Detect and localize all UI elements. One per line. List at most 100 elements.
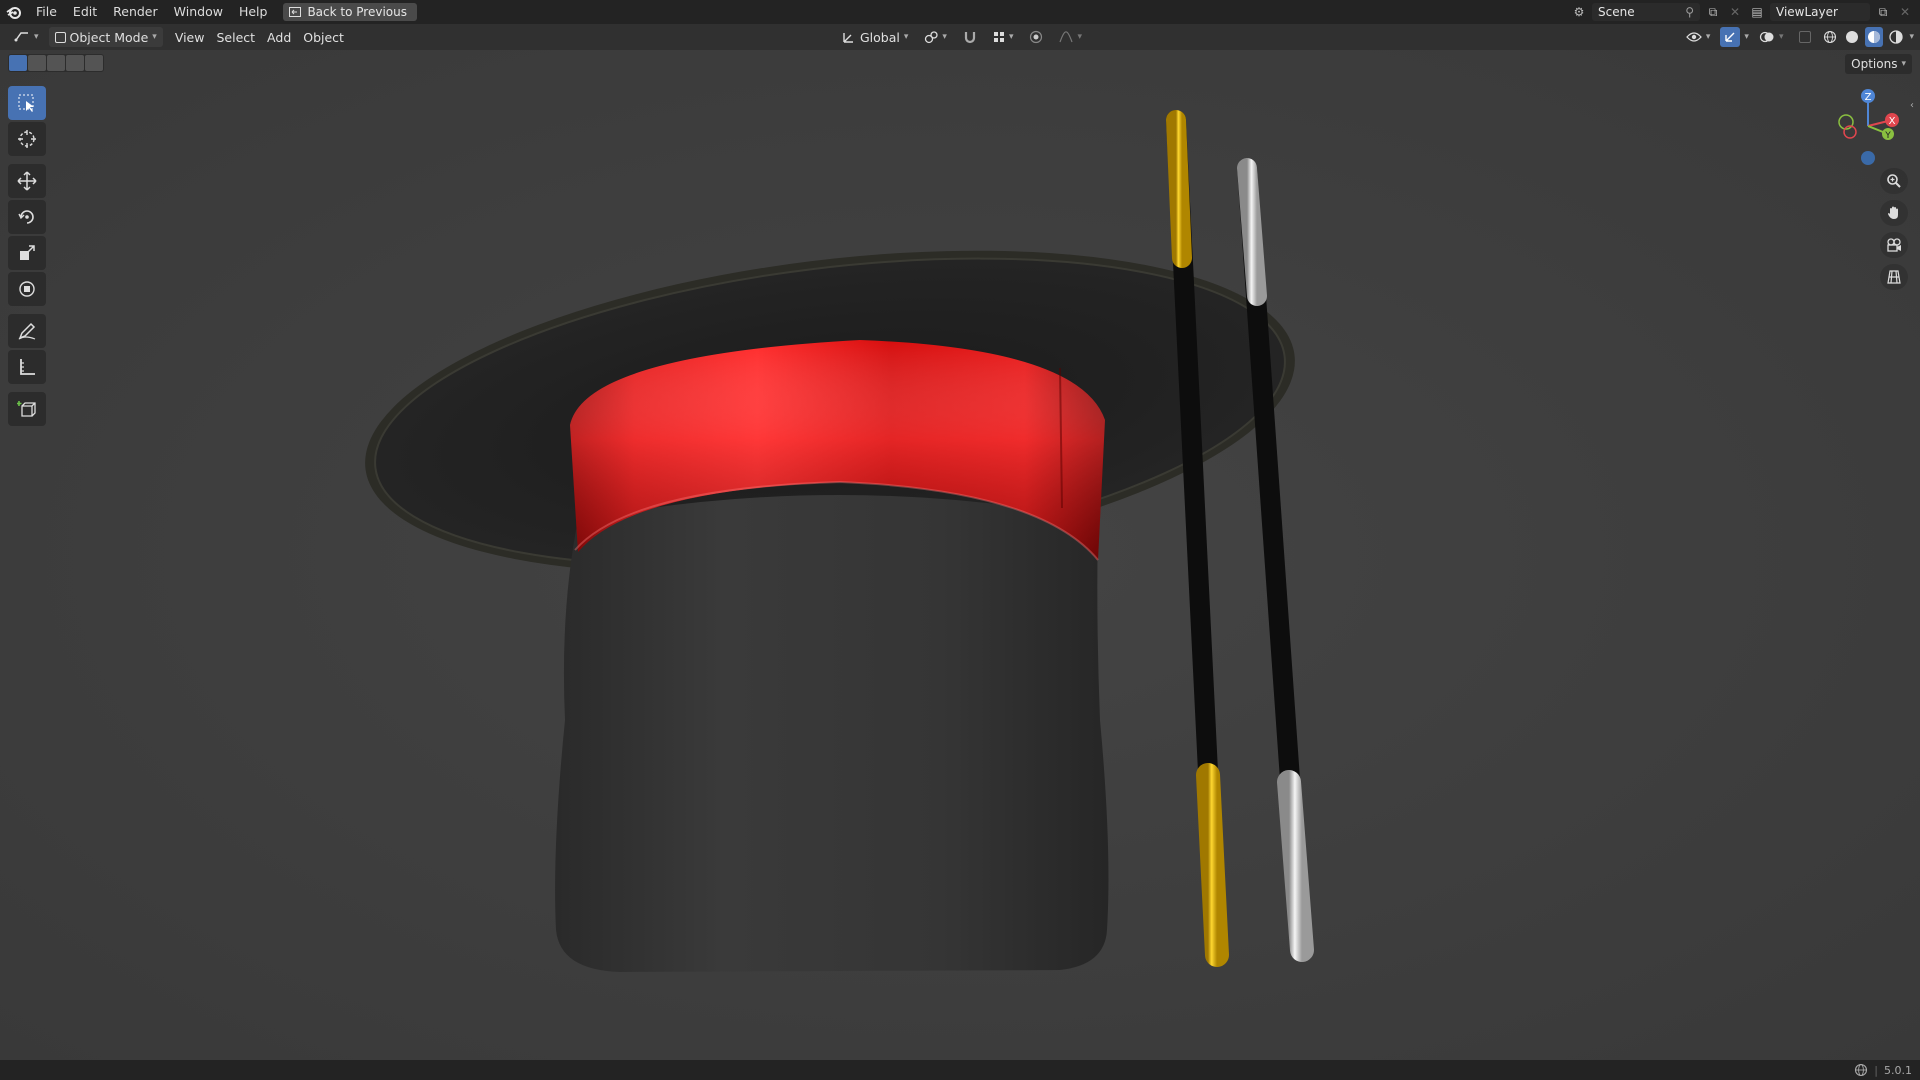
rotate-icon: [18, 210, 34, 224]
editor-type-icon: [14, 32, 28, 42]
neg-z-axis-handle[interactable]: [1861, 151, 1875, 165]
rotate-tool[interactable]: [8, 200, 46, 234]
wireframe-sphere-icon: [1824, 30, 1837, 44]
select-invert-mode-button[interactable]: [66, 55, 84, 71]
navigation-tools: [1880, 168, 1908, 290]
chevron-down-icon: ▾: [1901, 59, 1906, 69]
status-bar: | 5.0.1: [0, 1060, 1920, 1080]
sidebar-toggle-icon[interactable]: ‹: [1910, 100, 1914, 111]
visibility-dropdown[interactable]: ▾: [1680, 27, 1717, 47]
proportional-falloff-dropdown[interactable]: ▾: [1053, 27, 1088, 47]
hand-icon: [1888, 206, 1898, 219]
remove-view-layer-icon[interactable]: ✕: [1896, 3, 1914, 21]
zoom-tool[interactable]: [1880, 168, 1908, 194]
gizmo-chevron-down-icon[interactable]: ▾: [1744, 32, 1749, 42]
shading-material-button[interactable]: [1865, 27, 1884, 47]
eye-icon: [1686, 32, 1702, 42]
pencil-icon: [18, 322, 36, 340]
select-subtract-mode-button[interactable]: [47, 55, 65, 71]
viewport-shading-controls: ▾ ▾ ▾ ▾: [1680, 27, 1914, 47]
chevron-down-icon: ▾: [34, 32, 39, 42]
pivot-point-dropdown[interactable]: ▾: [918, 27, 953, 47]
navigation-gizmo[interactable]: Z X Y: [1830, 86, 1906, 166]
chevron-down-icon: ▾: [942, 32, 947, 42]
shading-solid-button[interactable]: [1843, 27, 1861, 47]
chevron-down-icon: ▾: [1778, 32, 1784, 42]
transform-orientation-dropdown[interactable]: Global ▾: [836, 27, 914, 47]
overlays-toggle[interactable]: ▾: [1753, 27, 1790, 47]
pan-tool[interactable]: [1880, 200, 1908, 226]
remove-scene-icon[interactable]: ✕: [1726, 3, 1744, 21]
object-mode-icon: [54, 31, 66, 43]
hat-body[interactable]: [555, 495, 1109, 972]
selection-mode-group: [8, 54, 104, 72]
back-to-previous-button[interactable]: Back to Previous: [283, 3, 417, 21]
back-to-previous-label: Back to Previous: [307, 5, 407, 19]
select-extend-mode-button[interactable]: [28, 55, 46, 71]
view-layer-name: ViewLayer: [1776, 5, 1838, 19]
tool-shelf: [8, 86, 46, 426]
blender-logo-icon[interactable]: [0, 0, 28, 24]
menu-view[interactable]: View: [169, 27, 211, 47]
xray-toggle[interactable]: [1793, 27, 1817, 47]
measure-tool[interactable]: [8, 350, 46, 384]
transform-icon: [19, 281, 35, 297]
menu-render[interactable]: Render: [105, 0, 166, 24]
options-dropdown[interactable]: Options ▾: [1845, 54, 1912, 74]
network-globe-icon[interactable]: [1854, 1063, 1868, 1077]
menu-add[interactable]: Add: [261, 27, 297, 47]
orientation-icon: [843, 33, 853, 43]
view-layer-selector-icon[interactable]: ▤: [1748, 3, 1766, 21]
chevron-down-icon: ▾: [1008, 32, 1014, 42]
pivot-icon: [925, 31, 939, 44]
shading-chevron-down-icon[interactable]: ▾: [1909, 32, 1914, 42]
scale-tool[interactable]: [8, 236, 46, 270]
menu-help[interactable]: Help: [231, 0, 276, 24]
chevron-down-icon: ▾: [1705, 32, 1711, 42]
transform-tool[interactable]: [8, 272, 46, 306]
cursor-tool[interactable]: [8, 122, 46, 156]
menu-object[interactable]: Object: [297, 27, 350, 47]
scene-field[interactable]: Scene ⚲: [1592, 3, 1700, 21]
3d-viewport[interactable]: [0, 50, 1920, 1060]
ruler-icon: [20, 359, 35, 375]
move-arrows-icon: [17, 171, 37, 191]
grid-perspective-icon: [1887, 270, 1901, 284]
pin-icon[interactable]: ⚲: [1685, 5, 1694, 19]
new-scene-icon[interactable]: ⧉: [1704, 3, 1722, 21]
top-menu-bar: File Edit Render Window Help Back to Pre…: [0, 0, 1920, 24]
view-layer-field[interactable]: ViewLayer: [1770, 3, 1870, 21]
snap-toggle[interactable]: [957, 27, 983, 47]
mode-dropdown[interactable]: Object Mode ▾: [48, 27, 163, 47]
cursor-icon: [18, 130, 36, 148]
camera-icon: [1887, 238, 1901, 252]
new-view-layer-icon[interactable]: ⧉: [1874, 3, 1892, 21]
menu-file[interactable]: File: [28, 0, 65, 24]
menu-select[interactable]: Select: [210, 27, 261, 47]
proportional-edit-icon: [1030, 30, 1043, 44]
gizmo-toggle[interactable]: [1720, 27, 1741, 47]
magnet-icon: [964, 32, 976, 44]
menu-edit[interactable]: Edit: [65, 0, 105, 24]
snap-grid-icon: [993, 32, 1004, 42]
editor-type-button[interactable]: ▾: [8, 27, 45, 47]
snap-target-dropdown[interactable]: ▾: [987, 27, 1020, 47]
scene-selector-icon[interactable]: ⚙: [1570, 3, 1588, 21]
proportional-editing-toggle[interactable]: [1023, 27, 1049, 47]
camera-view-toggle[interactable]: [1880, 232, 1908, 258]
menu-window[interactable]: Window: [166, 0, 231, 24]
move-tool[interactable]: [8, 164, 46, 198]
select-new-mode-button[interactable]: [9, 55, 27, 71]
overlays-icon: [1759, 31, 1774, 43]
scene-name: Scene: [1598, 5, 1635, 19]
add-cube-tool[interactable]: [8, 392, 46, 426]
transform-controls: Global ▾ ▾ ▾ ▾: [836, 27, 1088, 47]
perspective-toggle[interactable]: [1880, 264, 1908, 290]
annotate-tool[interactable]: [8, 314, 46, 348]
material-sphere-icon: [1868, 31, 1881, 43]
select-box-tool[interactable]: [8, 86, 46, 120]
shading-wireframe-button[interactable]: [1821, 27, 1839, 47]
chevron-down-icon: ▾: [903, 32, 909, 42]
select-intersect-mode-button[interactable]: [85, 55, 103, 71]
shading-rendered-button[interactable]: [1887, 27, 1905, 47]
